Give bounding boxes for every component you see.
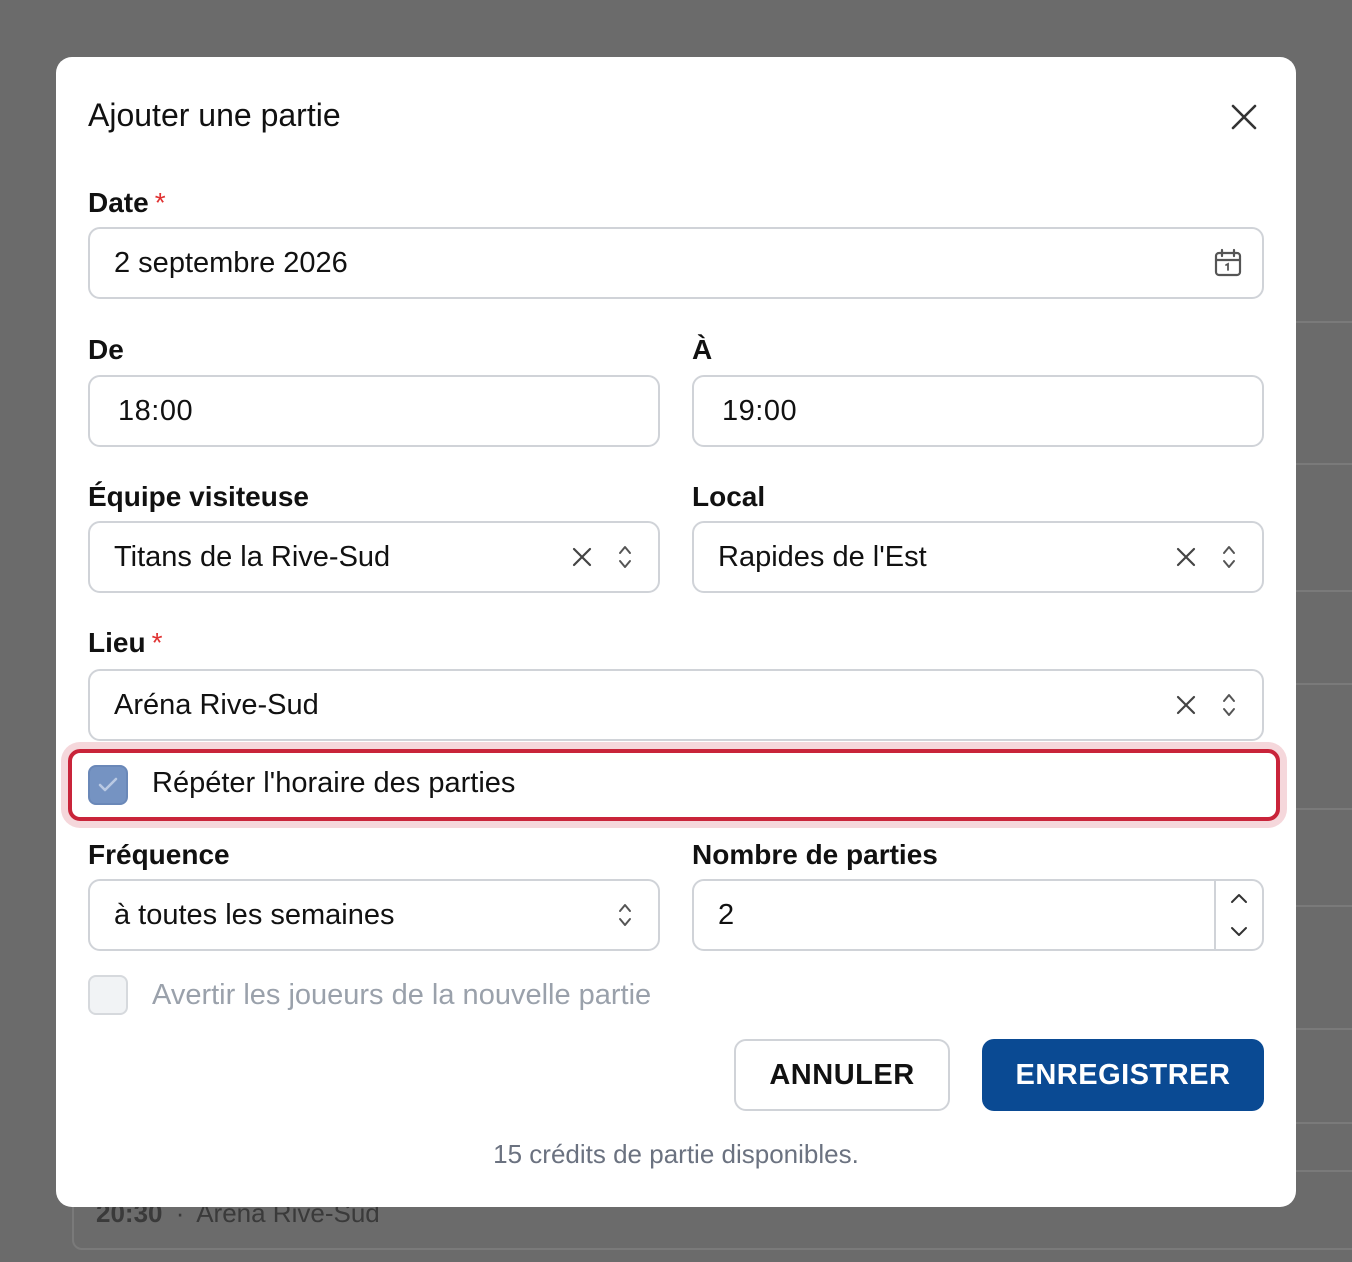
date-label: Date * <box>88 187 166 219</box>
chevron-updown-icon[interactable] <box>618 902 632 928</box>
game-count-stepper[interactable] <box>1214 881 1262 949</box>
background-divider <box>1296 1122 1352 1124</box>
add-game-dialog: Ajouter une partie Date * 2 septembre 202… <box>56 57 1296 1207</box>
from-label: De <box>88 334 124 365</box>
save-button[interactable]: ENREGISTRER <box>982 1039 1264 1111</box>
background-divider <box>1296 683 1352 685</box>
from-time-value: 18:00 <box>118 394 194 427</box>
chevron-up-icon[interactable] <box>1216 881 1262 915</box>
visiting-team-label: Équipe visiteuse <box>88 481 309 512</box>
chevron-down-icon[interactable] <box>1216 915 1262 949</box>
to-label: À <box>692 334 713 365</box>
to-time-input[interactable]: 19:00 <box>692 375 1264 447</box>
notify-players-label: Avertir les joueurs de la nouvelle parti… <box>152 979 652 1011</box>
date-value: 2 septembre 2026 <box>114 246 348 279</box>
check-icon <box>98 777 118 792</box>
frequency-value: à toutes les semaines <box>114 898 395 931</box>
background-divider <box>1296 321 1352 323</box>
date-input[interactable]: 2 septembre 2026 <box>88 227 1264 299</box>
venue-label: Lieu * <box>88 627 162 659</box>
chevron-updown-icon[interactable] <box>618 544 632 570</box>
background-divider <box>1296 905 1352 907</box>
background-divider <box>1296 1028 1352 1030</box>
credits-available-text: 15 crédits de partie disponibles. <box>493 1139 859 1169</box>
close-icon <box>1231 104 1257 130</box>
calendar-icon[interactable] <box>1214 248 1242 278</box>
cancel-button[interactable]: ANNULER <box>734 1039 950 1111</box>
game-count-value: 2 <box>718 898 735 931</box>
game-count-label: Nombre de parties <box>692 839 938 870</box>
repeat-schedule-label[interactable]: Répéter l'horaire des parties <box>152 767 515 800</box>
notify-players-checkbox[interactable] <box>88 975 128 1015</box>
home-team-label: Local <box>692 481 766 512</box>
visiting-team-select[interactable]: Titans de la Rive-Sud <box>88 521 660 593</box>
background-divider <box>1296 463 1352 465</box>
required-mark: * <box>154 187 166 218</box>
clear-icon[interactable] <box>572 547 592 567</box>
clear-icon[interactable] <box>1176 547 1196 567</box>
venue-label-text: Lieu <box>88 627 146 658</box>
home-team-select[interactable]: Rapides de l'Est <box>692 521 1264 593</box>
venue-select[interactable]: Aréna Rive-Sud <box>88 669 1264 741</box>
to-time-value: 19:00 <box>722 394 798 427</box>
close-button[interactable] <box>1224 97 1264 137</box>
repeat-schedule-row[interactable]: Répéter l'horaire des parties <box>68 749 1280 821</box>
frequency-label: Fréquence <box>88 839 230 870</box>
date-label-text: Date <box>88 187 149 218</box>
background-divider <box>1296 808 1352 810</box>
game-count-input[interactable]: 2 <box>692 879 1264 951</box>
from-time-input[interactable]: 18:00 <box>88 375 660 447</box>
frequency-select[interactable]: à toutes les semaines <box>88 879 660 951</box>
venue-value: Aréna Rive-Sud <box>114 688 319 721</box>
dialog-title: Ajouter une partie <box>88 97 341 133</box>
chevron-updown-icon[interactable] <box>1222 692 1236 718</box>
clear-icon[interactable] <box>1176 695 1196 715</box>
chevron-updown-icon[interactable] <box>1222 544 1236 570</box>
background-divider <box>1296 590 1352 592</box>
required-mark: * <box>151 627 163 658</box>
repeat-schedule-checkbox[interactable] <box>88 765 128 805</box>
